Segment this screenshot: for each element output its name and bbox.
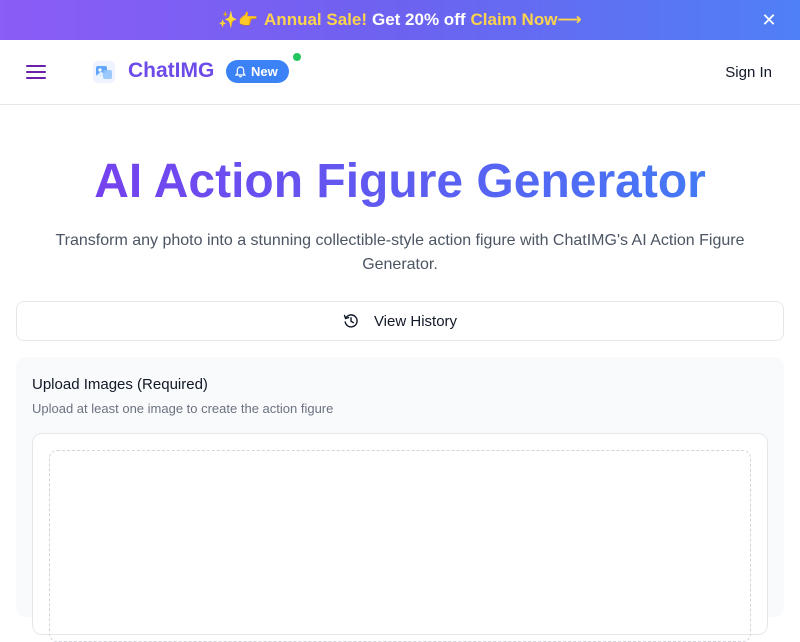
offer-text: Get 20% off bbox=[372, 10, 466, 29]
upload-title: Upload Images (Required) bbox=[32, 376, 208, 393]
bell-icon bbox=[235, 65, 246, 77]
upload-container bbox=[32, 433, 768, 642]
new-badge[interactable]: New bbox=[226, 60, 289, 83]
upload-panel: Upload Images (Required) Upload at least… bbox=[16, 357, 784, 642]
view-history-button[interactable]: View History bbox=[16, 301, 784, 341]
annual-sale-text: Annual Sale! bbox=[264, 10, 367, 29]
sign-in-button[interactable]: Sign In bbox=[725, 64, 772, 81]
claim-now-link[interactable]: Claim Now⟶ bbox=[471, 10, 582, 30]
chatimg-logo-icon[interactable] bbox=[92, 60, 116, 84]
page-title: AI Action Figure Generator bbox=[0, 150, 800, 214]
promo-banner: ✨👉 Annual Sale! Get 20% off Claim Now⟶ ✕ bbox=[0, 0, 800, 40]
page-subtitle: Transform any photo into a stunning coll… bbox=[55, 232, 745, 273]
site-header: ChatIMG New Sign In bbox=[0, 40, 800, 105]
history-icon bbox=[343, 314, 358, 328]
hamburger-menu-icon[interactable] bbox=[26, 62, 46, 80]
upload-description: Upload at least one image to create the … bbox=[32, 401, 334, 416]
sparkle-pointing-emoji: ✨👉 bbox=[218, 12, 259, 29]
close-icon[interactable]: ✕ bbox=[760, 11, 778, 29]
new-badge-label: New bbox=[251, 64, 278, 79]
image-drop-zone[interactable] bbox=[49, 450, 751, 642]
online-status-dot bbox=[293, 53, 301, 61]
brand-name[interactable]: ChatIMG bbox=[128, 59, 214, 83]
view-history-label: View History bbox=[373, 312, 458, 330]
